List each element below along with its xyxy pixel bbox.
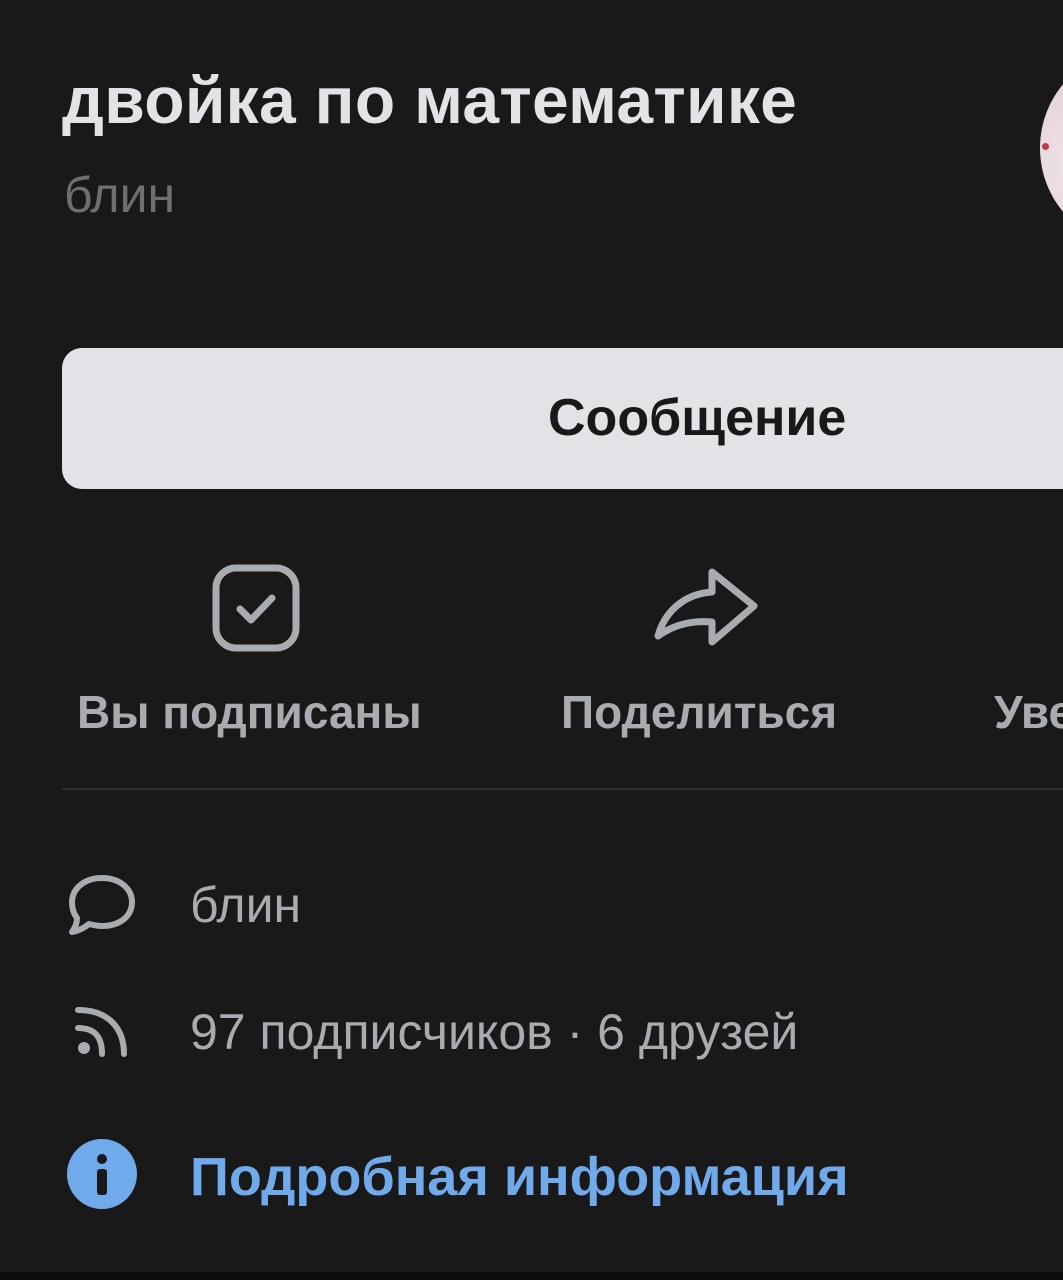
subscribed-label: Вы подписаны: [77, 686, 422, 738]
share-label: Поделиться: [561, 686, 838, 738]
speech-bubble-icon: [69, 875, 135, 935]
message-button-label: Сообщение: [548, 389, 847, 447]
bottom-edge: [0, 1272, 1063, 1280]
profile-page: двойка по математике блин Сообщение Вы п…: [0, 0, 1063, 1280]
status-text: блин: [190, 877, 302, 933]
avatar[interactable]: [1040, 48, 1063, 248]
notifications-label: Уве: [994, 686, 1063, 738]
share-arrow-icon: [654, 568, 758, 646]
profile-name: двойка по математике: [62, 63, 798, 137]
followers-text: 97 подписчиков · 6 друзей: [190, 1004, 799, 1060]
details-link[interactable]: Подробная информация: [190, 1146, 849, 1208]
checkbox-checked-icon: [212, 564, 300, 652]
profile-status: блин: [64, 167, 176, 223]
rss-feed-icon: [75, 1007, 127, 1057]
info-circle-icon: [67, 1139, 137, 1209]
divider: [62, 788, 1063, 790]
